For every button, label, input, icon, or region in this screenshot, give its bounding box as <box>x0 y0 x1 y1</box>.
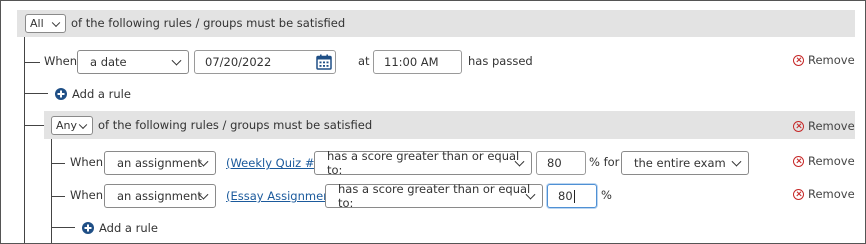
add-icon <box>82 222 94 234</box>
rule2-condition-value: has a score greater than or equal to: <box>327 149 520 177</box>
top-group-quantifier-select[interactable]: All <box>25 14 66 33</box>
rule2-scope-value: the entire exam <box>634 156 726 170</box>
rule3-connector <box>51 196 65 197</box>
rule2-remove-label: Remove <box>808 154 855 168</box>
sub-group-remove-label: Remove <box>808 119 855 133</box>
add-rule-top-connector <box>24 93 48 94</box>
add-rule-sub-button[interactable]: Add a rule <box>82 221 158 235</box>
chevron-down-icon <box>731 156 742 167</box>
rule3-assignment-link[interactable]: (Essay Assignment) <box>226 189 339 203</box>
chevron-down-icon <box>171 55 182 66</box>
rule2-remove-button[interactable]: Remove <box>793 154 855 168</box>
add-rule-top-label: Add a rule <box>72 87 131 101</box>
add-rule-sub-label: Add a rule <box>99 221 158 235</box>
top-group-quantifier-value: All <box>30 17 44 30</box>
rule1-remove-label: Remove <box>808 53 855 67</box>
rule2-assignment-link[interactable]: (Weekly Quiz #3) <box>226 156 326 170</box>
rule1-status-text: has passed <box>468 54 533 68</box>
rule1-at-label: at <box>358 54 370 68</box>
rule3-type-value: an assignment <box>117 189 202 203</box>
rule3-when-label: When <box>70 188 104 202</box>
calendar-icon[interactable] <box>316 54 332 70</box>
rule3-remove-label: Remove <box>808 187 855 201</box>
rule3-percent-label: % <box>601 188 612 202</box>
rule1-date-input[interactable]: 07/20/2022 <box>194 50 336 74</box>
add-rule-top-button[interactable]: Add a rule <box>55 87 131 101</box>
rules-editor: All of the following rules / groups must… <box>0 0 866 244</box>
rule1-time-value: 11:00 AM <box>384 55 439 69</box>
rule3-condition-value: has a score greater than or equal to: <box>338 182 531 210</box>
rule2-type-select[interactable]: an assignment <box>104 151 216 175</box>
rule3-type-select[interactable]: an assignment <box>104 184 216 208</box>
rule1-remove-button[interactable]: Remove <box>793 53 855 67</box>
rule1-connector <box>24 62 40 63</box>
sub-group-header-text: of the following rules / groups must be … <box>98 118 373 132</box>
sub-group-quantifier-select[interactable]: Any <box>51 116 93 135</box>
text-caret <box>573 189 575 203</box>
chevron-down-icon <box>78 120 88 129</box>
rule3-score-input[interactable]: 80 <box>547 184 597 208</box>
remove-icon <box>793 155 804 167</box>
rule2-percent-for-label: % for <box>589 155 620 169</box>
add-icon <box>55 88 67 100</box>
add-rule-sub-connector <box>51 227 75 228</box>
rule1-when-label: When <box>44 54 78 68</box>
rule1-type-value: a date <box>90 55 127 69</box>
rule1-time-input[interactable]: 11:00 AM <box>373 50 462 74</box>
rule3-score-value: 80 <box>558 189 573 203</box>
rule1-date-value: 07/20/2022 <box>205 55 272 69</box>
top-tree-line <box>24 37 25 243</box>
rule3-remove-button[interactable]: Remove <box>793 187 855 201</box>
rule2-score-input[interactable]: 80 <box>536 151 586 175</box>
rule2-score-value: 80 <box>547 156 562 170</box>
chevron-down-icon <box>51 18 61 27</box>
sub-group-remove-button[interactable]: Remove <box>793 119 855 133</box>
rule2-when-label: When <box>70 155 104 169</box>
rule2-type-value: an assignment <box>117 156 202 170</box>
remove-icon <box>793 120 804 132</box>
sub-group-quantifier-value: Any <box>56 119 78 132</box>
rule2-connector <box>51 163 65 164</box>
top-group-header-text: of the following rules / groups must be … <box>71 16 346 30</box>
rule3-condition-select[interactable]: has a score greater than or equal to: <box>325 182 543 210</box>
remove-icon <box>793 54 804 66</box>
rule2-condition-select[interactable]: has a score greater than or equal to: <box>314 149 532 177</box>
rule1-type-select[interactable]: a date <box>77 50 189 74</box>
remove-icon <box>793 188 804 200</box>
rule2-scope-select[interactable]: the entire exam <box>621 151 749 175</box>
